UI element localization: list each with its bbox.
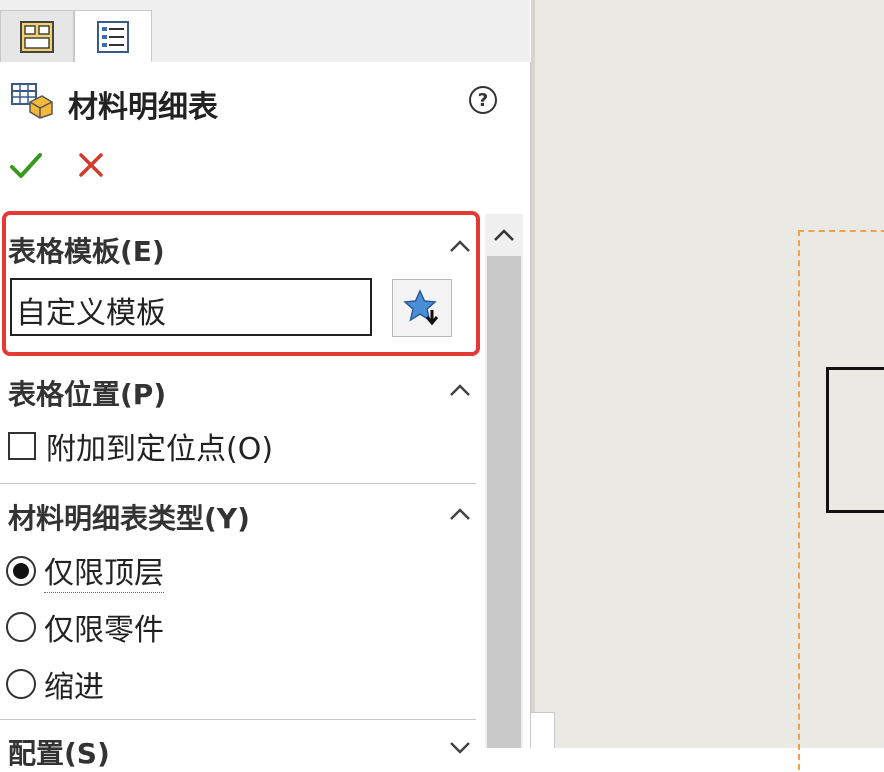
section-title-table-template[interactable]: 表格模板(E) (8, 230, 165, 270)
template-favorite-button[interactable] (392, 279, 452, 337)
section-title-table-position[interactable]: 表格位置(P) (8, 373, 166, 413)
chevron-up-icon[interactable] (448, 238, 472, 254)
radio-button[interactable] (6, 669, 36, 699)
section-divider (0, 719, 476, 720)
table-template-input[interactable]: 自定义模板 (10, 278, 372, 336)
scroll-thumb[interactable] (487, 256, 521, 748)
section-divider (0, 483, 476, 484)
section-title-configuration[interactable]: 配置(S) (8, 732, 110, 772)
drawing-view-frame[interactable] (826, 367, 884, 513)
canvas-edge (531, 0, 535, 748)
radio-label: 仅限顶层 (44, 548, 164, 593)
radio-button[interactable] (6, 612, 36, 642)
feature-manager-icon (20, 20, 54, 53)
radio-indented[interactable]: 缩进 (6, 662, 104, 706)
tab-property-manager[interactable] (74, 10, 152, 63)
panel-title: 材料明细表 (68, 90, 218, 125)
chevron-up-icon[interactable] (448, 382, 472, 398)
help-icon[interactable]: ? (469, 86, 497, 114)
scroll-up-button[interactable] (487, 220, 521, 250)
radio-selected-dot (13, 562, 29, 579)
canvas-corner (531, 712, 555, 748)
section-title-bom-type[interactable]: 材料明细表类型(Y) (8, 497, 250, 537)
close-icon[interactable] (76, 150, 106, 180)
radio-top-level-only[interactable]: 仅限顶层 (6, 548, 164, 593)
favorite-star-download-icon (403, 289, 439, 326)
radio-label: 仅限零件 (44, 613, 164, 648)
checkbox-box[interactable] (8, 432, 36, 460)
chevron-up-icon (494, 229, 514, 241)
checkbox-label: 附加到定位点(O) (46, 432, 274, 467)
radio-parts-only[interactable]: 仅限零件 (6, 605, 164, 649)
chevron-down-icon[interactable] (448, 740, 472, 756)
property-manager-icon (97, 20, 129, 53)
radio-label: 缩进 (44, 670, 104, 705)
check-icon[interactable] (8, 148, 44, 184)
chevron-up-icon[interactable] (448, 506, 472, 522)
bom-table-icon (11, 83, 53, 119)
radio-button[interactable] (6, 555, 36, 586)
tab-feature-manager[interactable] (0, 10, 74, 62)
attach-to-anchor-checkbox[interactable]: 附加到定位点(O) (8, 424, 273, 468)
